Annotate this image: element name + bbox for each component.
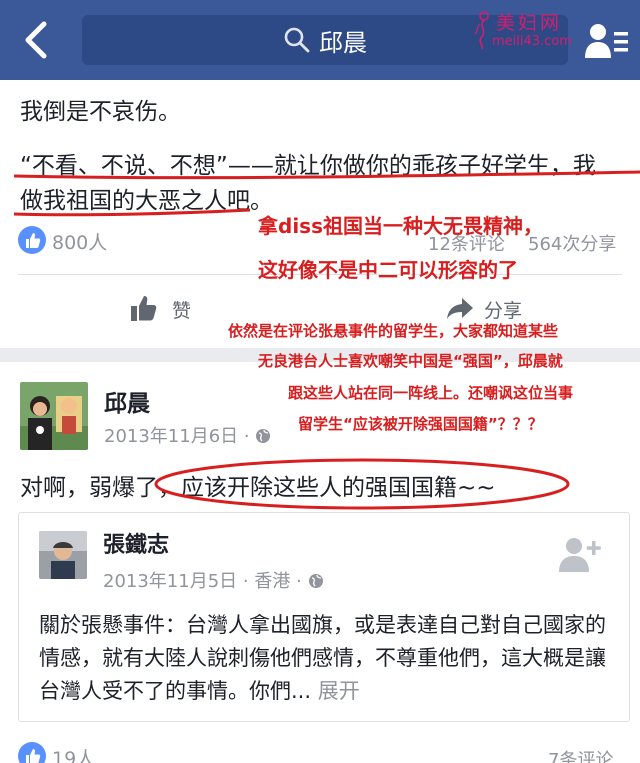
annotation-text: 无良港台人士喜欢嘲笑中国是“强国”，邱晨就 [258,352,563,370]
like-count[interactable]: 800人 [52,228,107,255]
annotation-text: 留学生“应该被开除强国国籍”？？？ [298,415,543,433]
annotation-text: 拿diss祖国当一种大无畏精神， [258,214,543,238]
post-date-text: 2013年11月6日 · [104,426,256,447]
thumbs-up-icon [131,296,157,321]
red-underline-annotation [13,170,640,217]
comment-count[interactable]: 7条评论 [548,746,613,763]
add-friend-button[interactable] [559,537,601,573]
red-circle-annotation [154,458,570,510]
search-icon [284,27,310,53]
annotation-text: 这好像不是中二可以形容的了 [258,258,518,282]
friend-requests-button[interactable] [585,22,629,60]
shared-text: 關於張懸事件：台灣人拿出國旗，或是表達自己對自己國家的情感，就有大陸人說刺傷他們… [39,609,617,708]
like-button[interactable]: 赞 [128,292,218,332]
globe-icon [256,429,271,443]
post-author[interactable]: 邱晨 [104,384,150,418]
shared-author[interactable]: 張鐵志 [103,527,169,559]
search-query: 邱晨 [319,28,367,57]
like-label: 赞 [172,300,192,322]
shared-date-text: 2013年11月5日 · 香港 · [103,571,308,592]
annotation-text: 依然是在评论张悬事件的留学生，大家都知道某些 [228,322,559,340]
avatar[interactable] [20,382,88,450]
top-bar: 邱晨 美妇网 meili43.com [0,0,640,80]
add-friend-icon [559,538,601,572]
post-date[interactable]: 2013年11月6日 · [104,422,271,448]
globe-icon [308,574,323,588]
site-watermark: 美妇网 meili43.com [468,6,596,54]
share-label: 分享 [484,300,523,322]
watermark-url: meili43.com [492,34,572,49]
expand-link[interactable]: 展开 [318,679,360,703]
avatar[interactable] [39,531,87,579]
back-button[interactable] [14,18,58,62]
like-reaction-icon [18,226,46,254]
friends-list-icon [585,24,628,58]
watermark-title: 美妇网 [496,12,563,34]
shared-date[interactable]: 2013年11月5日 · 香港 · [103,567,324,593]
like-count[interactable]: 19人 [52,744,95,763]
chevron-left-icon [25,21,47,59]
annotation-text: 跟这些人站在同一阵线上。还嘲讽这位当事 [288,384,574,402]
like-reaction-icon [18,742,46,763]
shared-post[interactable]: 張鐵志 2013年11月5日 · 香港 · 關於張懸事件：台灣人拿出國旗，或是表… [18,512,630,722]
woman-silhouette-icon [474,11,489,50]
